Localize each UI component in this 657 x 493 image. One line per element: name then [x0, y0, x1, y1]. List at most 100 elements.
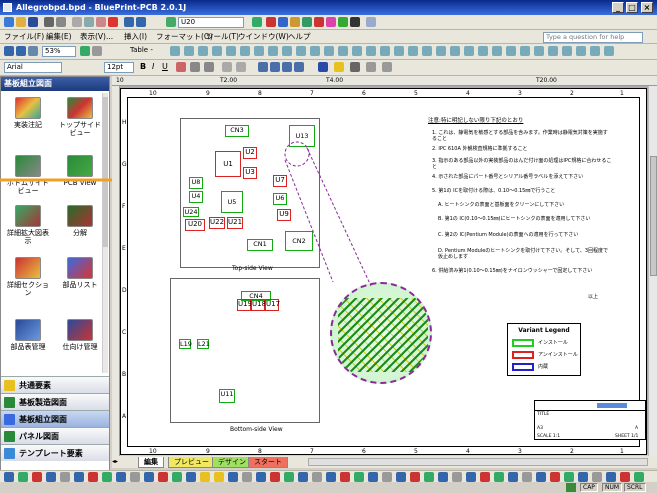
- menu-file[interactable]: ファイル(F): [4, 31, 44, 43]
- component-select[interactable]: U20: [178, 17, 244, 28]
- canvas-vscrollbar[interactable]: [648, 86, 657, 456]
- line-style-icon[interactable]: [366, 62, 376, 72]
- font-size-select[interactable]: 12pt: [104, 62, 134, 73]
- component-u22[interactable]: U22: [209, 217, 225, 229]
- menu-tools[interactable]: ツール(T): [206, 31, 239, 43]
- component-l21[interactable]: L21: [197, 339, 210, 349]
- draw-tool-15[interactable]: [200, 472, 210, 482]
- table-icon-13[interactable]: [338, 46, 348, 56]
- draw-tool-18[interactable]: [242, 472, 252, 482]
- draw-tool-23[interactable]: [312, 472, 322, 482]
- board-icon-4[interactable]: [302, 17, 312, 27]
- table-icon-7[interactable]: [254, 46, 264, 56]
- section-common[interactable]: 共通要素: [1, 376, 109, 393]
- tool-parts-list[interactable]: 部品リスト: [57, 257, 103, 289]
- detail-magnified-view[interactable]: [330, 282, 432, 384]
- canvas-vscroll-thumb[interactable]: [650, 156, 657, 276]
- section-template[interactable]: テンプレート要素: [1, 444, 109, 461]
- close-button[interactable]: ×: [641, 2, 653, 13]
- superscript-icon[interactable]: [190, 62, 200, 72]
- table-icon-20[interactable]: [436, 46, 446, 56]
- table-icon-30[interactable]: [576, 46, 586, 56]
- board-icon-5[interactable]: [314, 17, 324, 27]
- menu-insert[interactable]: 挿入(I): [124, 31, 147, 43]
- zoom-fit-icon[interactable]: [252, 17, 262, 27]
- draw-tool-40[interactable]: [550, 472, 560, 482]
- board-icon-6[interactable]: [326, 17, 336, 27]
- draw-tool-30[interactable]: [410, 472, 420, 482]
- maximize-button[interactable]: □: [626, 2, 638, 13]
- draw-tool-8[interactable]: [102, 472, 112, 482]
- pan-icon[interactable]: [92, 46, 102, 56]
- tool-top-view[interactable]: トップサイドビュー: [57, 97, 103, 137]
- draw-tool-2[interactable]: [18, 472, 28, 482]
- canvas-hscrollbar[interactable]: [308, 458, 648, 466]
- draw-tool-11[interactable]: [144, 472, 154, 482]
- draw-tool-16[interactable]: [214, 472, 224, 482]
- tool-destination[interactable]: 仕向け管理: [57, 319, 103, 351]
- sidebar-collapse-icons[interactable]: ◂▸: [112, 456, 136, 468]
- draw-tool-35[interactable]: [480, 472, 490, 482]
- table-icon-28[interactable]: [548, 46, 558, 56]
- table-icon-31[interactable]: [590, 46, 600, 56]
- draw-tool-7[interactable]: [88, 472, 98, 482]
- font-shrink-icon[interactable]: [236, 62, 246, 72]
- refresh-icon[interactable]: [80, 46, 90, 56]
- copy-icon[interactable]: [84, 17, 94, 27]
- menu-window[interactable]: ウインドウ(W): [238, 31, 289, 43]
- draw-tool-17[interactable]: [228, 472, 238, 482]
- align-right-icon[interactable]: [282, 62, 292, 72]
- component-u24[interactable]: U24: [183, 207, 199, 217]
- table-icon-23[interactable]: [478, 46, 488, 56]
- draw-tool-6[interactable]: [74, 472, 84, 482]
- draw-tool-36[interactable]: [494, 472, 504, 482]
- preview-icon[interactable]: [56, 17, 66, 27]
- draw-tool-39[interactable]: [536, 472, 546, 482]
- minimize-button[interactable]: _: [612, 2, 624, 13]
- table-icon-8[interactable]: [268, 46, 278, 56]
- draw-tool-41[interactable]: [564, 472, 574, 482]
- board-icon-2[interactable]: [278, 17, 288, 27]
- draw-tool-32[interactable]: [438, 472, 448, 482]
- line-weight-icon[interactable]: [382, 62, 392, 72]
- section-assembly-drawing[interactable]: 基板組立図面: [1, 410, 109, 427]
- component-u5[interactable]: U5: [221, 191, 243, 213]
- table-icon-1[interactable]: [170, 46, 180, 56]
- draw-tool-43[interactable]: [592, 472, 602, 482]
- help-search-input[interactable]: Type a question for help: [543, 32, 643, 43]
- table-icon-27[interactable]: [534, 46, 544, 56]
- font-color-icon[interactable]: [318, 62, 328, 72]
- save-icon[interactable]: [28, 17, 38, 27]
- select-icon[interactable]: [166, 17, 176, 27]
- draw-tool-38[interactable]: [522, 472, 532, 482]
- table-icon-32[interactable]: [604, 46, 614, 56]
- draw-tool-29[interactable]: [396, 472, 406, 482]
- table-icon-12[interactable]: [324, 46, 334, 56]
- draw-tool-1[interactable]: [4, 472, 14, 482]
- tool-detail-section[interactable]: 詳細セクション: [5, 257, 51, 297]
- tool-assembly-note[interactable]: 実装注記: [5, 97, 51, 129]
- table-icon-25[interactable]: [506, 46, 516, 56]
- table-icon-24[interactable]: [492, 46, 502, 56]
- component-u17[interactable]: U17: [265, 299, 280, 311]
- zoom-in-icon[interactable]: [4, 46, 14, 56]
- new-icon[interactable]: [4, 17, 14, 27]
- undo-icon[interactable]: [124, 17, 134, 27]
- table-icon-4[interactable]: [212, 46, 222, 56]
- board-icon-7[interactable]: [338, 17, 348, 27]
- draw-tool-12[interactable]: [158, 472, 168, 482]
- menu-view[interactable]: 表示(V)...: [80, 31, 113, 43]
- component-u18[interactable]: U18: [251, 299, 266, 311]
- table-icon-26[interactable]: [520, 46, 530, 56]
- menu-edit[interactable]: 編集(E): [46, 31, 72, 43]
- draw-tool-19[interactable]: [256, 472, 266, 482]
- section-fab-drawing[interactable]: 基板製造図面: [1, 393, 109, 410]
- delete-icon[interactable]: [108, 17, 118, 27]
- zoom-select[interactable]: 53%: [42, 46, 76, 57]
- draw-tool-5[interactable]: [60, 472, 70, 482]
- table-icon-14[interactable]: [352, 46, 362, 56]
- board-icon-1[interactable]: [266, 17, 276, 27]
- component-u11[interactable]: U11: [219, 389, 235, 403]
- highlight-icon[interactable]: [334, 62, 344, 72]
- tab-start[interactable]: スタート: [248, 457, 288, 468]
